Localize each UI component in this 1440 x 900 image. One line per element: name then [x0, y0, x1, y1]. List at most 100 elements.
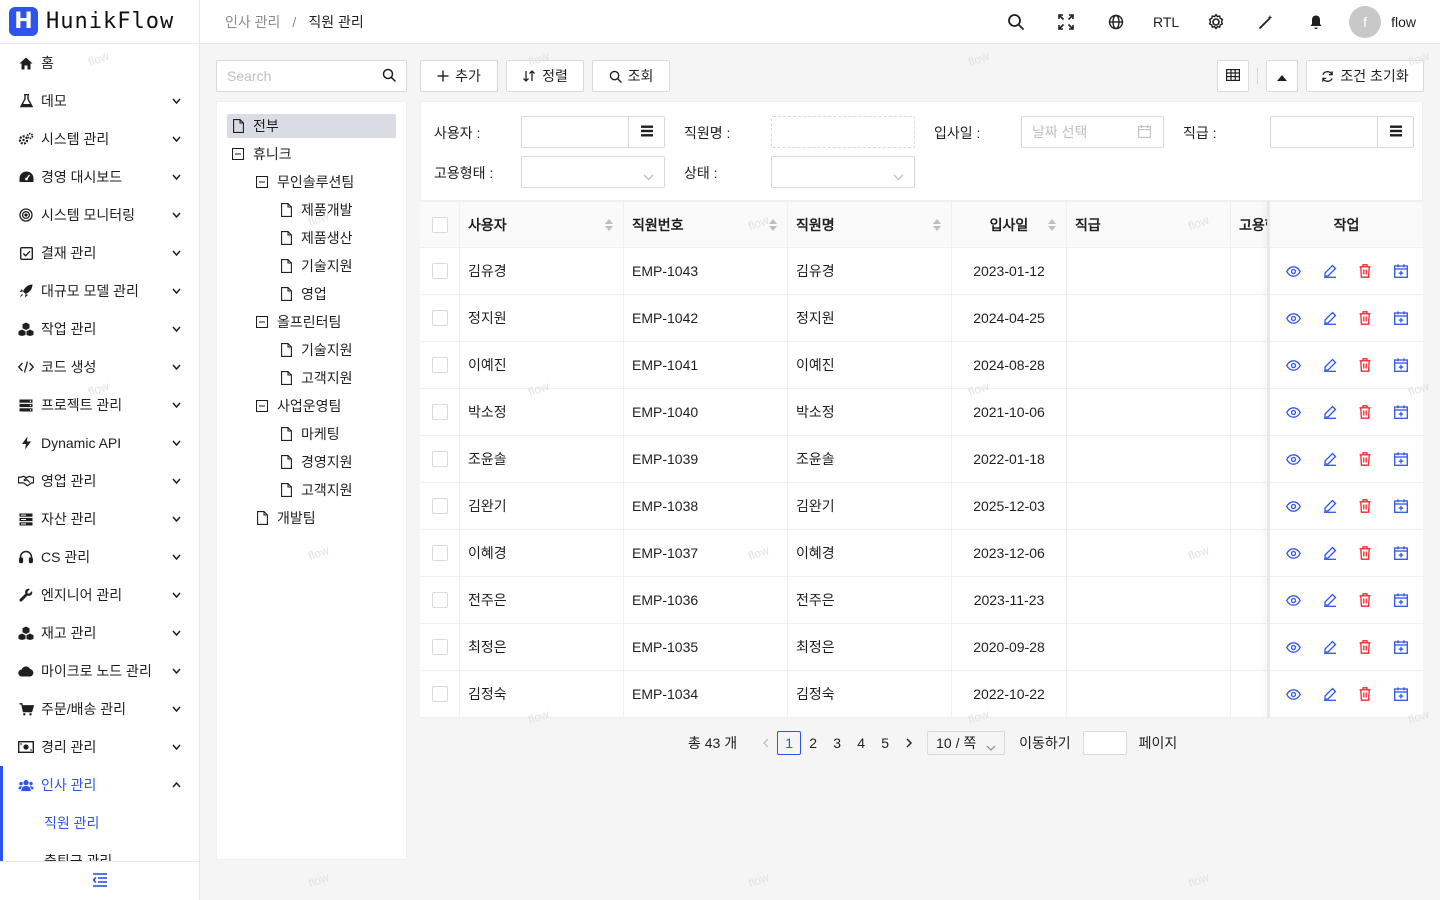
jump-page-input[interactable] [1082, 731, 1127, 755]
tree-node[interactable]: 올프린터팀 [217, 308, 406, 336]
row-checkbox[interactable] [431, 310, 448, 326]
calendar-add-icon[interactable] [1392, 356, 1410, 374]
sidebar-item-경영-대시보드[interactable]: 경영 대시보드 [0, 158, 199, 196]
sort-icon[interactable] [1048, 219, 1056, 231]
column-header-user[interactable]: 사용자 [460, 202, 624, 248]
sidebar-item-시스템-관리[interactable]: 시스템 관리 [0, 120, 199, 158]
reset-filter-button[interactable]: 조건 초기화 [1306, 60, 1424, 92]
page-button[interactable]: 4 [849, 731, 873, 755]
delete-icon[interactable] [1356, 262, 1374, 280]
tree-node[interactable]: 사업운영팀 [217, 392, 406, 420]
user-filter-input[interactable] [521, 116, 665, 148]
sidebar-item-홈[interactable]: 홈 [0, 44, 199, 82]
tree-node[interactable]: 전부 [217, 112, 406, 140]
eye-icon[interactable] [1285, 450, 1303, 468]
eye-icon[interactable] [1285, 685, 1303, 703]
sidebar-item-경리-관리[interactable]: 경리 관리 [0, 728, 199, 766]
select-all-checkbox[interactable] [431, 217, 448, 233]
sidebar-item-시스템-모니터링[interactable]: 시스템 모니터링 [0, 196, 199, 234]
row-checkbox[interactable] [431, 545, 448, 561]
tree-node[interactable]: 개발팀 [217, 504, 406, 532]
calendar-add-icon[interactable] [1392, 450, 1410, 468]
sidebar-item-대규모-모델-관리[interactable]: 대규모 모델 관리 [0, 272, 199, 310]
search-button[interactable]: 조회 [592, 60, 670, 92]
delete-icon[interactable] [1356, 309, 1374, 327]
delete-icon[interactable] [1356, 403, 1374, 421]
app-logo[interactable]: H HunikFlow [0, 0, 200, 44]
sort-icon[interactable] [605, 219, 613, 231]
globe-icon[interactable] [1091, 0, 1141, 44]
delete-icon[interactable] [1356, 497, 1374, 515]
delete-icon[interactable] [1356, 450, 1374, 468]
gear-icon[interactable] [1191, 0, 1241, 44]
rank-picker-button[interactable] [1377, 117, 1413, 147]
delete-icon[interactable] [1356, 356, 1374, 374]
row-checkbox[interactable] [431, 263, 448, 279]
eye-icon[interactable] [1285, 309, 1303, 327]
sort-button[interactable]: 정렬 [506, 60, 584, 92]
tree-node[interactable]: 고객지원 [217, 364, 406, 392]
calendar-add-icon[interactable] [1392, 638, 1410, 656]
page-button[interactable]: 2 [801, 731, 825, 755]
sidebar-item-작업-관리[interactable]: 작업 관리 [0, 310, 199, 348]
tree-node[interactable]: 마케팅 [217, 420, 406, 448]
sort-icon[interactable] [933, 219, 941, 231]
sidebar-item-자산-관리[interactable]: 자산 관리 [0, 500, 199, 538]
tree-node[interactable]: 고객지원 [217, 476, 406, 504]
user-menu[interactable]: f flow [1341, 6, 1440, 38]
bell-icon[interactable] [1291, 0, 1341, 44]
edit-icon[interactable] [1321, 685, 1339, 703]
sidebar-subitem-출퇴근-관리[interactable]: 출퇴근 관리 [0, 842, 199, 861]
row-checkbox[interactable] [431, 357, 448, 373]
column-header-rank[interactable]: 직급 [1067, 202, 1231, 248]
page-button[interactable]: 5 [873, 731, 897, 755]
column-header-emp-type[interactable]: 고용형 [1231, 202, 1268, 248]
eye-icon[interactable] [1285, 356, 1303, 374]
page-size-select[interactable]: 10 / 쪽 [927, 731, 1006, 755]
edit-icon[interactable] [1321, 497, 1339, 515]
fullscreen-icon[interactable] [1041, 0, 1091, 44]
edit-icon[interactable] [1321, 591, 1339, 609]
calendar-add-icon[interactable] [1392, 309, 1410, 327]
eye-icon[interactable] [1285, 497, 1303, 515]
tree-node[interactable]: 경영지원 [217, 448, 406, 476]
sidebar-item-cs-관리[interactable]: CS 관리 [0, 538, 199, 576]
row-checkbox[interactable] [431, 404, 448, 420]
minus-square-icon[interactable] [231, 147, 245, 161]
emp-type-select[interactable] [521, 156, 665, 188]
sidebar-item-프로젝트-관리[interactable]: 프로젝트 관리 [0, 386, 199, 424]
search-icon[interactable] [382, 68, 396, 85]
delete-icon[interactable] [1356, 638, 1374, 656]
minus-square-icon[interactable] [255, 399, 269, 413]
row-checkbox[interactable] [431, 686, 448, 702]
prev-page-button[interactable] [753, 731, 777, 755]
status-select[interactable] [771, 156, 915, 188]
breadcrumb-parent[interactable]: 인사 관리 [225, 12, 280, 32]
column-header-hire-date[interactable]: 입사일 [952, 202, 1067, 248]
eye-icon[interactable] [1285, 544, 1303, 562]
delete-icon[interactable] [1356, 685, 1374, 703]
tree-node[interactable]: 제품개발 [217, 196, 406, 224]
column-header-name[interactable]: 직원명 [788, 202, 952, 248]
sidebar-subitem-직원-관리[interactable]: 직원 관리 [0, 804, 199, 842]
add-button[interactable]: 추가 [420, 60, 498, 92]
eye-icon[interactable] [1285, 591, 1303, 609]
tree-node[interactable]: 영업 [217, 280, 406, 308]
sort-icon[interactable] [769, 219, 777, 231]
sidebar-item-엔지니어-관리[interactable]: 엔지니어 관리 [0, 576, 199, 614]
minus-square-icon[interactable] [255, 315, 269, 329]
sidebar-item-데모[interactable]: 데모 [0, 82, 199, 120]
hire-date-picker[interactable]: 날짜 선택 [1021, 116, 1164, 148]
tree-node[interactable]: 기술지원 [217, 252, 406, 280]
calendar-add-icon[interactable] [1392, 497, 1410, 515]
sidebar-item-코드-생성[interactable]: 코드 생성 [0, 348, 199, 386]
calendar-add-icon[interactable] [1392, 591, 1410, 609]
rtl-toggle[interactable]: RTL [1141, 0, 1191, 44]
row-checkbox[interactable] [431, 451, 448, 467]
edit-icon[interactable] [1321, 356, 1339, 374]
calendar-add-icon[interactable] [1392, 262, 1410, 280]
page-button[interactable]: 1 [777, 731, 802, 755]
edit-icon[interactable] [1321, 544, 1339, 562]
sidebar-item-마이크로-노드-관리[interactable]: 마이크로 노드 관리 [0, 652, 199, 690]
rank-filter-input[interactable] [1270, 116, 1414, 148]
